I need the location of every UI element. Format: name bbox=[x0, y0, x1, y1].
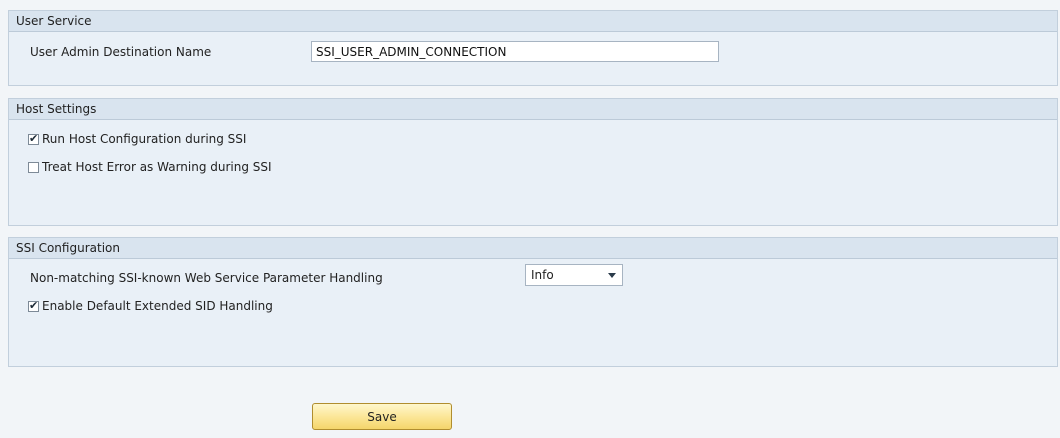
run-host-config-option[interactable]: ✔ Run Host Configuration during SSI bbox=[28, 129, 246, 149]
save-button[interactable]: Save bbox=[312, 403, 452, 430]
run-host-config-label: Run Host Configuration during SSI bbox=[42, 132, 247, 146]
check-icon: ✔ bbox=[29, 131, 39, 145]
extended-sid-checkbox[interactable]: ✔ bbox=[28, 298, 39, 312]
treat-host-error-label: Treat Host Error as Warning during SSI bbox=[42, 160, 272, 174]
check-icon: ✔ bbox=[29, 298, 39, 312]
host-settings-section: Host Settings ✔ Run Host Configuration d… bbox=[8, 98, 1058, 226]
settings-page: User Service User Admin Destination Name… bbox=[0, 0, 1060, 438]
extended-sid-label: Enable Default Extended SID Handling bbox=[42, 299, 273, 313]
extended-sid-option[interactable]: ✔ Enable Default Extended SID Handling bbox=[28, 296, 273, 316]
user-service-section: User Service User Admin Destination Name bbox=[8, 10, 1058, 86]
param-handling-label: Non-matching SSI-known Web Service Param… bbox=[30, 271, 383, 285]
run-host-config-checkbox[interactable]: ✔ bbox=[28, 131, 39, 145]
treat-host-error-checkbox[interactable] bbox=[28, 161, 39, 173]
destination-name-input[interactable] bbox=[311, 41, 719, 62]
ssi-configuration-header: SSI Configuration bbox=[9, 238, 1057, 259]
param-handling-select[interactable]: Info bbox=[525, 264, 623, 286]
treat-host-error-option[interactable]: Treat Host Error as Warning during SSI bbox=[28, 157, 272, 177]
ssi-configuration-section: SSI Configuration Non-matching SSI-known… bbox=[8, 237, 1058, 367]
chevron-down-icon[interactable] bbox=[608, 273, 616, 278]
user-service-header: User Service bbox=[9, 11, 1057, 32]
host-settings-header: Host Settings bbox=[9, 99, 1057, 120]
destination-name-label: User Admin Destination Name bbox=[30, 45, 212, 59]
param-handling-value: Info bbox=[531, 268, 554, 282]
